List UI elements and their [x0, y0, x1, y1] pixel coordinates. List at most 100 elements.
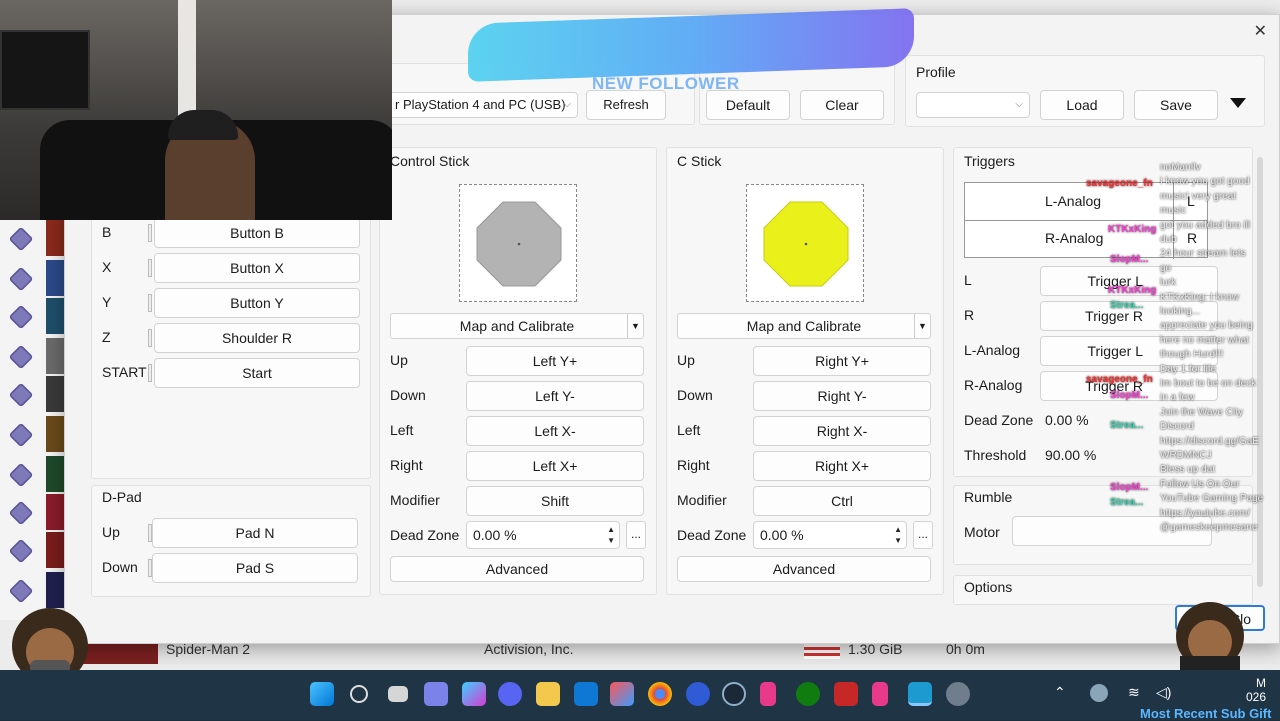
mapping-button-y[interactable]: Button Y: [154, 288, 360, 318]
store-icon[interactable]: [610, 682, 634, 706]
file-explorer-icon[interactable]: [536, 682, 560, 706]
xbox-icon[interactable]: [796, 682, 820, 706]
copilot-icon[interactable]: [462, 682, 486, 706]
mapping-button-b[interactable]: Button B: [154, 218, 360, 248]
device-select[interactable]: r PlayStation 4 and PC (USB) ⌵: [388, 92, 578, 118]
mapping-button-start[interactable]: Start: [154, 358, 360, 388]
game-list-item[interactable]: [0, 220, 64, 256]
c-stick-right-button[interactable]: Right X+: [753, 451, 931, 481]
input-indicator: [148, 329, 152, 347]
profile-select[interactable]: ⌵: [916, 92, 1030, 118]
control-stick-dead-zone-spinbox[interactable]: 0.00 % ▲ ▼: [466, 521, 620, 549]
mapping-button-x[interactable]: Button X: [154, 253, 360, 283]
steam-icon[interactable]: [722, 682, 746, 706]
game-list-item[interactable]: [0, 456, 64, 492]
c-stick-label-left: Left: [677, 422, 701, 438]
game-list-item[interactable]: [0, 376, 64, 412]
app-pink-icon[interactable]: [760, 682, 776, 706]
c-stick-dead-zone-spinbox[interactable]: 0.00 % ▲ ▼: [753, 521, 907, 549]
app-pink-icon[interactable]: [872, 682, 888, 706]
control-stick-modifier-button[interactable]: Shift: [466, 486, 644, 516]
default-button[interactable]: Default: [706, 90, 790, 120]
control-stick-left-button[interactable]: Left X-: [466, 416, 644, 446]
c-stick-modifier-button[interactable]: Ctrl: [753, 486, 931, 516]
control-stick-advanced-button[interactable]: Advanced: [390, 556, 644, 582]
control-stick-dead-zone-more-button[interactable]: ...: [626, 521, 646, 549]
dpad-label-up: Up: [102, 524, 120, 540]
app-red-icon[interactable]: [834, 682, 858, 706]
close-icon[interactable]: ✕: [1254, 21, 1267, 41]
gamecube-icon: [8, 266, 34, 292]
chat-username: SlopM...: [1110, 482, 1149, 493]
chat-username: Strea...: [1110, 300, 1144, 311]
game-cover-thumbnail: [46, 338, 64, 374]
webcam-streamer-cap: [168, 110, 238, 140]
c-stick-label-modifier: Modifier: [677, 492, 727, 508]
chat-message-line: Day 1 for life: [1160, 363, 1217, 375]
save-button[interactable]: Save: [1134, 90, 1218, 120]
c-stick-advanced-button[interactable]: Advanced: [677, 556, 931, 582]
c-stick-dead-zone-more-button[interactable]: ...: [913, 521, 933, 549]
task-view-icon[interactable]: [388, 686, 408, 702]
chat-message-line: though Hurd!!!: [1160, 349, 1224, 361]
c-stick-down-button[interactable]: Right Y-: [753, 381, 931, 411]
control-stick-map-calibrate-button[interactable]: Map and Calibrate ▼: [390, 313, 644, 339]
chevron-down-icon: ⌵: [563, 99, 571, 110]
c-stick-left-button[interactable]: Right X-: [753, 416, 931, 446]
wifi-icon[interactable]: ≋: [1128, 684, 1140, 701]
c-stick-up-button[interactable]: Right Y+: [753, 346, 931, 376]
dropdown-arrow-icon[interactable]: ▼: [627, 314, 643, 338]
load-button[interactable]: Load: [1040, 90, 1124, 120]
tray-clock[interactable]: M 026: [1246, 676, 1266, 704]
control-stick-label-left: Left: [390, 422, 414, 438]
spin-arrows-icon[interactable]: ▲ ▼: [894, 524, 902, 546]
teams-icon[interactable]: [424, 682, 448, 706]
control-stick-label-right: Right: [390, 457, 423, 473]
chat-message-line: WRDMNCJ: [1160, 450, 1212, 461]
game-list-item[interactable]: [0, 416, 64, 452]
chevron-up-icon[interactable]: ⌃: [1054, 684, 1066, 701]
chat-message-line: got you added bro ill: [1160, 219, 1251, 231]
chevron-down-icon: ⌵: [1015, 99, 1023, 110]
game-list-item[interactable]: [0, 572, 64, 608]
dpad-title: D-Pad: [102, 489, 142, 505]
volume-icon[interactable]: ◁): [1156, 684, 1171, 701]
search-icon[interactable]: [350, 685, 368, 703]
dolphin-icon[interactable]: [908, 682, 932, 706]
game-list-item[interactable]: [0, 338, 64, 374]
control-stick-right-button[interactable]: Left X+: [466, 451, 644, 481]
playstation-icon[interactable]: [686, 682, 710, 706]
profile-menu-arrow-icon[interactable]: [1230, 98, 1246, 108]
game-list-item[interactable]: [0, 298, 64, 334]
channel-logo-right: [1150, 600, 1270, 680]
discord-icon[interactable]: [498, 682, 522, 706]
chat-message-line: music: [1160, 205, 1187, 217]
spin-arrows-icon[interactable]: ▲ ▼: [607, 524, 615, 546]
game-list-item[interactable]: [0, 494, 64, 530]
chrome-icon[interactable]: [648, 682, 672, 706]
c-stick-preview: [746, 184, 864, 302]
control-stick-up-button[interactable]: Left Y+: [466, 346, 644, 376]
rumble-motor-label: Motor: [964, 524, 1000, 540]
mapping-button-dpad-down[interactable]: Pad S: [152, 553, 358, 583]
control-stick-title: Control Stick: [390, 153, 470, 169]
webcam-overlay: [0, 0, 392, 220]
game-list-item[interactable]: [0, 532, 64, 568]
settings-gear-icon[interactable]: [946, 682, 970, 706]
game-list-item[interactable]: [0, 260, 64, 296]
c-stick-map-calibrate-button[interactable]: Map and Calibrate ▼: [677, 313, 931, 339]
outlook-icon[interactable]: [574, 682, 598, 706]
chat-message-line: music! very great: [1160, 190, 1237, 202]
mapping-button-z[interactable]: Shoulder R: [154, 323, 360, 353]
mapping-button-dpad-up[interactable]: Pad N: [152, 518, 358, 548]
windows-start-icon[interactable]: [310, 682, 334, 706]
clear-button[interactable]: Clear: [800, 90, 884, 120]
onedrive-icon[interactable]: [1090, 684, 1108, 702]
dropdown-arrow-icon[interactable]: ▼: [914, 314, 930, 338]
game-cover-thumbnail: [46, 220, 64, 256]
button-label-x: X: [102, 259, 112, 275]
c-stick-title: C Stick: [677, 153, 722, 169]
c-stick-dead-zone-value: 0.00 %: [760, 527, 804, 543]
refresh-button[interactable]: Refresh: [586, 90, 666, 120]
control-stick-down-button[interactable]: Left Y-: [466, 381, 644, 411]
